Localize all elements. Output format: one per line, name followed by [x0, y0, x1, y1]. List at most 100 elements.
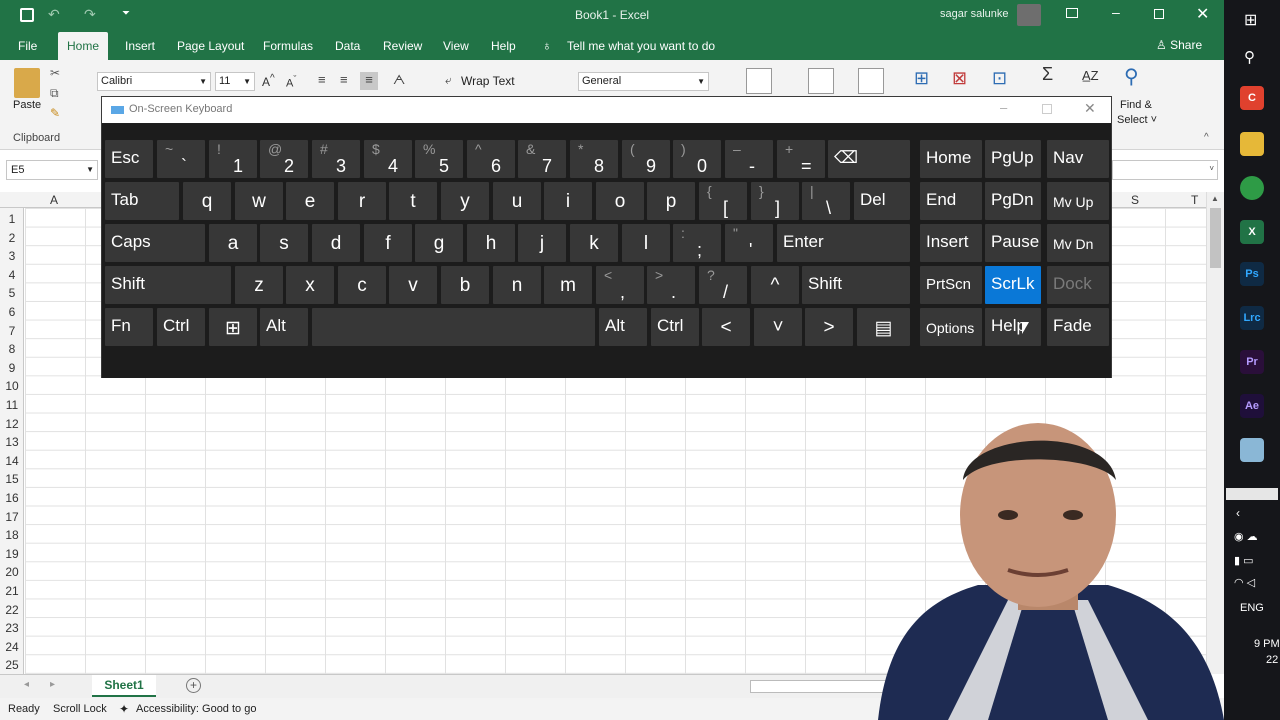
key-l[interactable]: l [622, 224, 670, 262]
key-insert[interactable]: Insert [920, 224, 982, 262]
row-header[interactable]: 16 [0, 491, 24, 505]
row-header[interactable]: 2 [0, 231, 24, 245]
key-lb[interactable]: {[ [699, 182, 747, 220]
key-p[interactable]: p [647, 182, 695, 220]
key-n9[interactable]: (9 [622, 140, 670, 178]
column-header-t[interactable]: T [1191, 193, 1198, 207]
row-header[interactable]: 22 [0, 603, 24, 617]
key-pgdn[interactable]: PgDn [985, 182, 1041, 220]
row-header[interactable]: 11 [0, 398, 24, 412]
key-n3[interactable]: #3 [312, 140, 360, 178]
minimize-icon[interactable]: – [1112, 4, 1120, 20]
key-sc[interactable]: :; [673, 224, 721, 262]
format-as-table-icon[interactable] [808, 68, 834, 94]
redo-icon[interactable]: ↷ [84, 6, 96, 23]
key-c[interactable]: c [338, 266, 386, 304]
row-header[interactable]: 13 [0, 435, 24, 449]
prev-sheet-icon[interactable]: ◂ [24, 679, 29, 690]
key-n7[interactable]: & 7 [518, 140, 566, 178]
key-pgup[interactable]: PgUp [985, 140, 1041, 178]
key-mvdn[interactable]: Mv Dn [1047, 224, 1109, 262]
row-header[interactable]: 10 [0, 379, 24, 393]
row-header[interactable]: 18 [0, 528, 24, 542]
key-til[interactable]: ~ ` [157, 140, 205, 178]
key-fade[interactable]: Fade [1047, 308, 1109, 346]
key-n6[interactable]: ^ 6 [467, 140, 515, 178]
sheet-tab-sheet1[interactable]: Sheet1 [92, 675, 156, 697]
key-right[interactable]: > [805, 308, 853, 346]
row-header[interactable]: 6 [0, 305, 24, 319]
key-nav[interactable]: Nav [1047, 140, 1109, 178]
tab-data[interactable]: Data [326, 32, 369, 60]
formula-input[interactable]: ˅ [1112, 160, 1218, 180]
find-icon[interactable]: ⚲ [1124, 64, 1139, 89]
column-header-a[interactable]: A [50, 193, 58, 207]
key-pause[interactable]: Pause [985, 224, 1041, 262]
key-n[interactable]: n [493, 266, 541, 304]
key-n2[interactable]: @2 [260, 140, 308, 178]
row-header[interactable]: 20 [0, 565, 24, 579]
key-ctrl[interactable]: Ctrl [157, 308, 205, 346]
key-a[interactable]: a [209, 224, 257, 262]
key-t[interactable]: t [389, 182, 437, 220]
app-icon[interactable] [1240, 438, 1264, 462]
key-end[interactable]: End [920, 182, 982, 220]
row-header[interactable]: 19 [0, 547, 24, 561]
language-indicator[interactable]: ENG [1240, 602, 1264, 614]
status-accessibility[interactable]: Accessibility: Good to go [136, 703, 256, 715]
key-qt[interactable]: " ' [725, 224, 773, 262]
row-header[interactable]: 17 [0, 510, 24, 524]
delete-cells-icon[interactable]: ⊠ [952, 68, 967, 89]
share-button[interactable]: ♙ Share [1156, 38, 1202, 52]
tab-review[interactable]: Review [374, 32, 431, 60]
paste-button[interactable]: Paste [13, 99, 41, 111]
after-effects-icon[interactable]: Ae [1240, 394, 1264, 418]
key-d[interactable]: d [312, 224, 360, 262]
key-q[interactable]: q [183, 182, 231, 220]
format-painter-icon[interactable]: ✎ [50, 106, 60, 120]
restore-icon[interactable] [1154, 9, 1164, 19]
row-header[interactable]: 24 [0, 640, 24, 654]
key-w[interactable]: w [235, 182, 283, 220]
key-v[interactable]: v [389, 266, 437, 304]
add-sheet-icon[interactable]: + [186, 678, 201, 693]
close-icon[interactable]: ✕ [1196, 4, 1209, 24]
insert-cells-icon[interactable]: ⊞ [914, 68, 929, 89]
key-shift[interactable]: Shift [802, 266, 910, 304]
tell-me-search[interactable]: Tell me what you want to do [567, 39, 715, 53]
key-mvup[interactable]: Mv Up [1047, 182, 1109, 220]
osk-minimize-icon[interactable]: – [1000, 100, 1007, 115]
key-n5[interactable]: % 5 [415, 140, 463, 178]
key-j[interactable]: j [518, 224, 566, 262]
row-header[interactable]: 5 [0, 286, 24, 300]
photoshop-icon[interactable]: Ps [1240, 262, 1264, 286]
tab-view[interactable]: View [434, 32, 478, 60]
align-bottom-icon[interactable]: ≡ [360, 72, 378, 90]
clock-time[interactable]: 9 PM [1254, 638, 1280, 650]
chrome-icon[interactable] [1240, 176, 1264, 200]
orientation-icon[interactable]: ᗅ [393, 72, 405, 88]
row-header[interactable]: 14 [0, 454, 24, 468]
key-rb[interactable]: }] [751, 182, 799, 220]
lightroom-icon[interactable]: Lrc [1240, 306, 1264, 330]
search-icon[interactable]: ⚲ [1244, 48, 1255, 66]
tab-home[interactable]: Home [58, 32, 109, 60]
scroll-thumb[interactable] [1210, 208, 1221, 268]
row-header[interactable]: 12 [0, 417, 24, 431]
copy-icon[interactable]: ⧉ [50, 86, 59, 101]
key-min[interactable]: – - [725, 140, 773, 178]
name-box[interactable]: E5 ▼ [6, 160, 98, 180]
key-dt[interactable]: >. [647, 266, 695, 304]
column-header-s[interactable]: S [1131, 193, 1139, 207]
row-header[interactable]: 1 [0, 212, 24, 226]
wifi-icon[interactable]: ◠ ◁ [1234, 576, 1255, 589]
collapse-ribbon-icon[interactable]: ^ [1204, 132, 1209, 143]
key-y[interactable]: y [441, 182, 489, 220]
row-header[interactable]: 21 [0, 584, 24, 598]
key-alt[interactable]: Alt [599, 308, 647, 346]
key-m[interactable]: m [544, 266, 592, 304]
wrap-text-button[interactable]: Wrap Text [461, 74, 515, 88]
key-home[interactable]: Home [920, 140, 982, 178]
key-left[interactable]: < [702, 308, 750, 346]
key-alt[interactable]: Alt [260, 308, 308, 346]
